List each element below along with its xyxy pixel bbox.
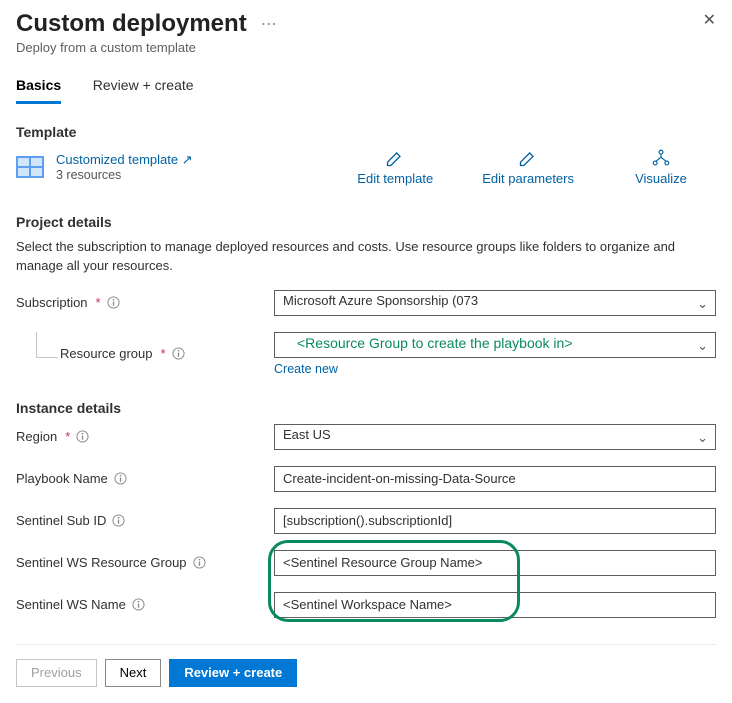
playbook-name-label: Playbook Name [16, 471, 274, 486]
page-title: Custom deployment [16, 10, 247, 38]
info-icon[interactable] [76, 430, 89, 443]
external-icon: ↗ [182, 152, 193, 167]
template-icon [16, 156, 44, 178]
tab-review[interactable]: Review + create [93, 71, 194, 101]
region-select[interactable]: East US ⌄ [274, 424, 716, 450]
sentinel-subid-input[interactable] [274, 508, 716, 534]
tab-basics[interactable]: Basics [16, 71, 61, 104]
subscription-label: Subscription* [16, 295, 274, 310]
sentinel-wsname-label: Sentinel WS Name [16, 597, 274, 612]
create-new-link[interactable]: Create new [274, 362, 338, 376]
hierarchy-icon [651, 148, 671, 168]
template-resource-count: 3 resources [56, 168, 193, 182]
footer: Previous Next Review + create [16, 644, 716, 687]
info-icon[interactable] [132, 598, 145, 611]
resource-group-select[interactable]: <Resource Group to create the playbook i… [274, 332, 716, 358]
sentinel-wsname-input[interactable] [274, 592, 716, 618]
tab-bar: Basics Review + create [16, 71, 716, 104]
tree-line [36, 332, 58, 358]
info-icon[interactable] [107, 296, 120, 309]
more-icon[interactable]: ⋯ [261, 10, 277, 40]
project-details-desc: Select the subscription to manage deploy… [16, 238, 716, 276]
subscription-select[interactable]: Microsoft Azure Sponsorship (073 ⌄ [274, 290, 716, 316]
pencil-icon [518, 148, 538, 168]
info-icon[interactable] [114, 472, 127, 485]
info-icon[interactable] [193, 556, 206, 569]
pencil-icon [385, 148, 405, 168]
sentinel-wsrg-input[interactable] [274, 550, 716, 576]
instance-details-heading: Instance details [16, 400, 716, 416]
playbook-name-input[interactable] [274, 466, 716, 492]
info-icon[interactable] [112, 514, 125, 527]
page-subtitle: Deploy from a custom template [16, 40, 716, 55]
previous-button: Previous [16, 659, 97, 687]
template-info: Customized template ↗ 3 resources [56, 152, 193, 182]
review-create-button[interactable]: Review + create [169, 659, 297, 687]
project-details-heading: Project details [16, 214, 716, 230]
sentinel-subid-label: Sentinel Sub ID [16, 513, 274, 528]
template-heading: Template [16, 124, 716, 140]
edit-template-button[interactable]: Edit template [350, 148, 440, 186]
info-icon[interactable] [172, 347, 185, 360]
close-icon[interactable]: ✕ [703, 10, 716, 30]
visualize-button[interactable]: Visualize [616, 148, 706, 186]
next-button[interactable]: Next [105, 659, 162, 687]
resource-group-label: Resource group* [16, 346, 274, 361]
customized-template-link[interactable]: Customized template ↗ [56, 152, 193, 167]
sentinel-wsrg-label: Sentinel WS Resource Group [16, 555, 274, 570]
edit-parameters-button[interactable]: Edit parameters [482, 148, 574, 186]
region-label: Region* [16, 429, 274, 444]
